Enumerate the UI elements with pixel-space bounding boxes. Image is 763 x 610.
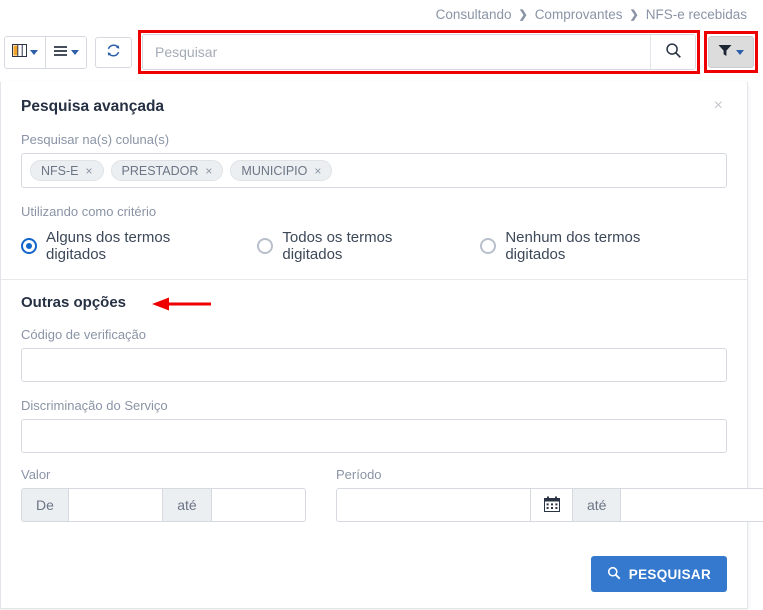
valor-to-addon: até [163,488,212,522]
submit-row: PESQUISAR [1,538,747,608]
search-icon [665,42,682,62]
breadcrumb-bar: Consultando ❯ Comprovantes ❯ NFS-e receb… [0,0,763,28]
toolbar [0,28,763,76]
radio-indicator[interactable] [21,238,37,254]
periodo-to-addon: até [573,488,622,522]
chip-prestador[interactable]: PRESTADOR × [110,160,224,181]
radio-option-alguns[interactable]: Alguns dos termos digitados [21,229,223,263]
radio-label: Alguns dos termos digitados [46,229,171,263]
chevron-down-icon [71,49,79,55]
filter-icon [718,44,732,60]
chip-label: NFS-E [41,163,79,178]
columns-icon [12,44,27,60]
periodo-from-input[interactable] [336,488,531,522]
list-options-button[interactable] [46,36,86,68]
search-box [142,34,696,70]
codigo-verificacao-input[interactable] [21,348,727,382]
search-input[interactable] [143,35,650,69]
columns-field-label: Pesquisar na(s) coluna(s) [21,132,170,147]
chevron-down-icon [736,49,744,55]
close-icon[interactable]: × [710,96,727,116]
chip-nfse[interactable]: NFS-E × [30,160,104,181]
discriminacao-servico-label: Discriminação do Serviço [21,398,168,413]
periodo-to-input[interactable] [621,488,763,522]
red-arrow-annotation [151,297,212,311]
pesquisar-button[interactable]: PESQUISAR [590,556,727,592]
valor-from-input[interactable] [68,488,164,522]
filter-button-wrapper [704,31,758,73]
advanced-filter-button[interactable] [708,36,754,68]
periodo-from-calendar-button[interactable] [531,488,573,522]
other-options-header: Outras opções [21,294,727,311]
valor-label: Valor [21,467,51,482]
refresh-icon [106,43,121,61]
panel-header: Pesquisa avançada × [21,96,727,116]
toolbar-button-group [4,35,87,69]
chip-municipio[interactable]: MUNICIPIO × [230,160,333,181]
columns-chips-input[interactable]: NFS-E × PRESTADOR × MUNICIPIO × [21,153,727,188]
breadcrumb-item-2[interactable]: Comprovantes [535,7,623,22]
refresh-button[interactable] [95,36,132,68]
periodo-group: Período até [336,467,763,522]
valor-from-addon: De [21,488,69,522]
other-options-section: Outras opções Código de verificação Disc… [1,280,763,538]
chip-label: PRESTADOR [121,163,199,178]
codigo-verificacao-label: Código de verificação [21,327,147,342]
search-submit-button[interactable] [650,35,695,69]
periodo-label: Período [336,467,382,482]
radio-indicator[interactable] [480,238,497,254]
search-icon [607,566,621,583]
criteria-label: Utilizando como critério [21,204,157,219]
radio-label: Nenhum dos termos digitados [505,229,641,263]
chip-label: MUNICIPIO [241,163,308,178]
radio-label: Todos os termos digitados [282,229,393,263]
valor-group: Valor De até [21,467,306,522]
radio-option-todos[interactable]: Todos os termos digitados [257,229,446,263]
breadcrumb: Consultando ❯ Comprovantes ❯ NFS-e receb… [436,7,747,22]
advanced-search-panel: Pesquisa avançada × Pesquisar na(s) colu… [0,82,763,609]
discriminacao-servico-input[interactable] [21,419,727,453]
chevron-down-icon [30,49,38,55]
radio-indicator[interactable] [257,238,274,254]
breadcrumb-separator-icon: ❯ [518,8,528,21]
columns-toggle-button[interactable] [5,36,46,68]
advanced-search-top-section: Pesquisa avançada × Pesquisar na(s) colu… [1,82,747,279]
pesquisar-button-label: PESQUISAR [628,566,711,582]
breadcrumb-item-1[interactable]: Consultando [436,7,512,22]
radio-option-nenhum[interactable]: Nenhum dos termos digitados [480,229,693,263]
ranges-row: Valor De até Período até [21,467,763,522]
breadcrumb-item-3[interactable]: NFS-e recebidas [646,7,747,22]
calendar-icon [543,496,560,515]
chip-remove-icon[interactable]: × [314,164,321,178]
search-field-wrapper [138,30,700,74]
panel-title: Pesquisa avançada [21,98,165,115]
list-icon [53,45,68,60]
valor-to-input[interactable] [211,488,306,522]
periodo-input-group: até [336,488,763,522]
chip-remove-icon[interactable]: × [86,164,93,178]
breadcrumb-separator-icon: ❯ [629,8,639,21]
criteria-radio-group: Alguns dos termos digitados Todos os ter… [21,229,727,263]
other-options-title: Outras opções [21,294,127,311]
valor-input-group: De até [21,488,306,522]
chip-remove-icon[interactable]: × [205,164,212,178]
